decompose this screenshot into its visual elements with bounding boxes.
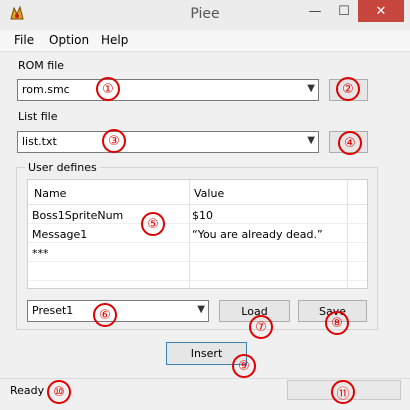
marker-1: ① [96,77,120,101]
table-row-1-name[interactable]: Boss1SpriteNum [32,209,123,222]
marker-4: ④ [338,131,362,155]
header-divider [28,204,367,205]
status-text: Ready [10,384,45,397]
rom-file-label: ROM file [18,59,65,72]
chevron-down-icon[interactable]: ▼ [307,135,315,146]
marker-9: ⑨ [232,354,256,378]
list-file-combo[interactable]: list.txt ▼ [17,131,319,153]
table-row-3-name[interactable]: *** [32,247,49,260]
column-header-name[interactable]: Name [34,187,66,200]
row-divider [28,223,367,224]
preset-value: Preset1 [32,304,74,317]
preset-combo[interactable]: Preset1 ▼ [27,300,209,322]
row-divider [28,242,367,243]
marker-5: ⑤ [141,212,165,236]
marker-7: ⑦ [249,315,273,339]
table-row-2-name[interactable]: Message1 [32,228,87,241]
marker-2: ② [336,77,360,101]
marker-11: ⑪ [331,380,355,404]
minimize-button[interactable]: — [300,0,330,22]
list-file-value: list.txt [22,135,57,148]
chevron-down-icon[interactable]: ▼ [197,304,205,315]
menu-option[interactable]: Option [49,33,89,47]
close-button[interactable]: ✕ [358,0,404,22]
maximize-button[interactable]: ☐ [330,0,358,22]
chevron-down-icon[interactable]: ▼ [307,83,315,94]
marker-3: ③ [102,129,126,153]
column-header-value[interactable]: Value [194,187,224,200]
table-row-2-value[interactable]: “You are already dead.” [192,228,323,241]
marker-6: ⑥ [93,303,117,327]
marker-8: ⑧ [325,311,349,335]
rom-file-value: rom.smc [22,83,70,96]
menu-help[interactable]: Help [101,33,128,47]
list-file-label: List file [18,110,58,123]
rom-file-combo[interactable]: rom.smc ▼ [17,79,319,101]
column-divider [189,180,190,288]
column-divider [347,180,348,288]
table-row-1-value[interactable]: $10 [192,209,213,222]
marker-10: ⑩ [47,380,71,404]
menu-file[interactable]: File [14,33,34,47]
row-divider [28,261,367,262]
user-defines-legend: User defines [25,161,100,174]
row-divider [28,280,367,281]
user-defines-table[interactable]: Name Value Boss1SpriteNum $10 Message1 “… [27,179,368,289]
